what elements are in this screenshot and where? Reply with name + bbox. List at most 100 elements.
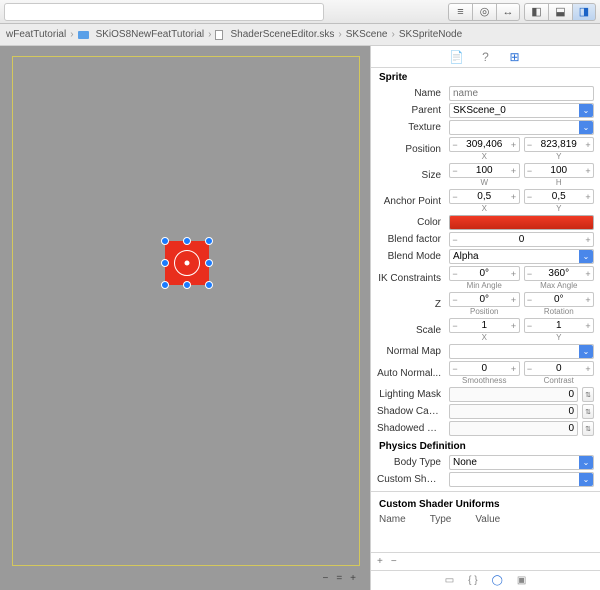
standard-editor-button[interactable]: ≡: [448, 3, 472, 21]
section-header: Physics Definition: [371, 437, 600, 454]
size-w-stepper[interactable]: −100+: [449, 163, 520, 178]
inspector-panel: 📄 ? ⊞ Sprite Name Parent SKScene_0⌄ Text…: [370, 46, 600, 590]
name-field[interactable]: [449, 86, 594, 101]
field-label: Body Type: [377, 457, 445, 468]
zoom-in-button[interactable]: +: [350, 573, 356, 584]
zoom-fit-button[interactable]: =: [336, 573, 342, 584]
breadcrumb-item[interactable]: wFeatTutorial: [6, 29, 66, 40]
remove-uniform-button[interactable]: −: [391, 556, 397, 567]
breadcrumb-item[interactable]: ShaderSceneEditor.sks: [230, 29, 334, 40]
resize-handle[interactable]: [161, 237, 169, 245]
field-label: Texture: [377, 122, 445, 133]
blendfactor-stepper[interactable]: −0+: [449, 232, 594, 247]
left-panel-toggle[interactable]: ◧: [524, 3, 548, 21]
stepper-icon[interactable]: ⇅: [582, 404, 594, 419]
field-label: Parent: [377, 105, 445, 116]
resize-handle[interactable]: [161, 259, 169, 267]
field-label: Color: [377, 217, 445, 228]
z-rotation-stepper[interactable]: −0°+: [524, 292, 595, 307]
sprite-node[interactable]: [165, 241, 209, 285]
anchor-x-stepper[interactable]: −0,5+: [449, 189, 520, 204]
breadcrumb-item[interactable]: SKScene: [346, 29, 388, 40]
bottom-panel-toggle[interactable]: ⬓: [548, 3, 572, 21]
document-icon: [215, 30, 223, 40]
media-library-tab[interactable]: ▣: [517, 575, 526, 586]
breadcrumb[interactable]: wFeatTutorial› SKiOS8NewFeatTutorial› Sh…: [0, 24, 600, 46]
position-y-stepper[interactable]: −823,819+: [524, 137, 595, 152]
z-position-stepper[interactable]: −0°+: [449, 292, 520, 307]
field-label: Blend factor: [377, 234, 445, 245]
blendmode-dropdown[interactable]: Alpha⌄: [449, 249, 594, 264]
zoom-out-button[interactable]: −: [322, 573, 328, 584]
bodytype-dropdown[interactable]: None⌄: [449, 455, 594, 470]
help-inspector-tab[interactable]: ?: [478, 50, 493, 64]
chevron-down-icon: ⌄: [579, 473, 593, 486]
breadcrumb-item[interactable]: SKiOS8NewFeatTutorial: [96, 29, 205, 40]
ik-max-stepper[interactable]: −360°+: [524, 266, 595, 281]
field-label: Z: [377, 299, 445, 310]
shadowed-mask-field[interactable]: 0: [449, 421, 578, 436]
resize-handle[interactable]: [183, 237, 191, 245]
normalmap-dropdown[interactable]: ⌄: [449, 344, 594, 359]
section-header: Custom Shader Uniforms: [371, 495, 600, 512]
contrast-stepper[interactable]: −0+: [524, 361, 595, 376]
scale-x-stepper[interactable]: −1+: [449, 318, 520, 333]
file-inspector-tab[interactable]: 📄: [449, 50, 464, 64]
canvas-zoom-controls: − = +: [322, 573, 356, 584]
search-input[interactable]: [4, 3, 324, 21]
version-editor-button[interactable]: ↔: [496, 3, 520, 21]
shadow-cast-field[interactable]: 0: [449, 404, 578, 419]
field-label: Position: [377, 144, 445, 155]
library-tabs: ▭ { } ◯ ▣: [371, 570, 600, 590]
stepper-icon[interactable]: ⇅: [582, 387, 594, 402]
folder-icon: [78, 31, 89, 39]
resize-handle[interactable]: [205, 281, 213, 289]
editor-display-group: ≡ ◎ ↔: [448, 3, 520, 21]
texture-dropdown[interactable]: ⌄: [449, 120, 594, 135]
parent-dropdown[interactable]: SKScene_0⌄: [449, 103, 594, 118]
lighting-mask-field[interactable]: 0: [449, 387, 578, 402]
toolbar: ≡ ◎ ↔ ◧ ⬓ ◨: [0, 0, 600, 24]
inspector-body: Sprite Name Parent SKScene_0⌄ Texture ⌄ …: [371, 68, 600, 552]
field-label: Shadowed M...: [377, 423, 445, 434]
selected-sprite[interactable]: [165, 241, 209, 285]
customshader-dropdown[interactable]: ⌄: [449, 472, 594, 487]
resize-handle[interactable]: [183, 281, 191, 289]
panel-toggle-group: ◧ ⬓ ◨: [524, 3, 596, 21]
stepper-icon[interactable]: ⇅: [582, 421, 594, 436]
resize-handle[interactable]: [161, 281, 169, 289]
field-label: Normal Map: [377, 346, 445, 357]
field-label: Shadow Cast...: [377, 406, 445, 417]
chevron-down-icon: ⌄: [579, 121, 593, 134]
add-uniform-button[interactable]: +: [377, 556, 383, 567]
right-panel-toggle[interactable]: ◨: [572, 3, 596, 21]
scale-y-stepper[interactable]: −1+: [524, 318, 595, 333]
breadcrumb-item[interactable]: SKSpriteNode: [399, 29, 462, 40]
size-h-stepper[interactable]: −100+: [524, 163, 595, 178]
field-label: Name: [377, 88, 445, 99]
field-label: Auto Normal...: [377, 368, 445, 379]
anchor-indicator-icon: [174, 250, 200, 276]
resize-handle[interactable]: [205, 259, 213, 267]
field-label: Anchor Point: [377, 196, 445, 207]
scene-canvas[interactable]: − = +: [0, 46, 370, 590]
smoothness-stepper[interactable]: −0+: [449, 361, 520, 376]
chevron-down-icon: ⌄: [579, 250, 593, 263]
ik-min-stepper[interactable]: −0°+: [449, 266, 520, 281]
code-snippet-tab[interactable]: { }: [468, 575, 477, 586]
file-template-tab[interactable]: ▭: [445, 575, 454, 586]
attributes-inspector-tab[interactable]: ⊞: [507, 50, 522, 64]
field-label: Lighting Mask: [377, 389, 445, 400]
assistant-editor-button[interactable]: ◎: [472, 3, 496, 21]
main-split: − = + 📄 ? ⊞ Sprite Name Parent SKScene_0…: [0, 46, 600, 590]
color-well[interactable]: [449, 215, 594, 230]
chevron-down-icon: ⌄: [579, 456, 593, 469]
field-label: Size: [377, 170, 445, 181]
position-x-stepper[interactable]: −309,406+: [449, 137, 520, 152]
object-library-tab[interactable]: ◯: [492, 575, 503, 586]
resize-handle[interactable]: [205, 237, 213, 245]
chevron-down-icon: ⌄: [579, 345, 593, 358]
field-label: Scale: [377, 325, 445, 336]
section-header: Sprite: [371, 68, 600, 85]
anchor-y-stepper[interactable]: −0,5+: [524, 189, 595, 204]
